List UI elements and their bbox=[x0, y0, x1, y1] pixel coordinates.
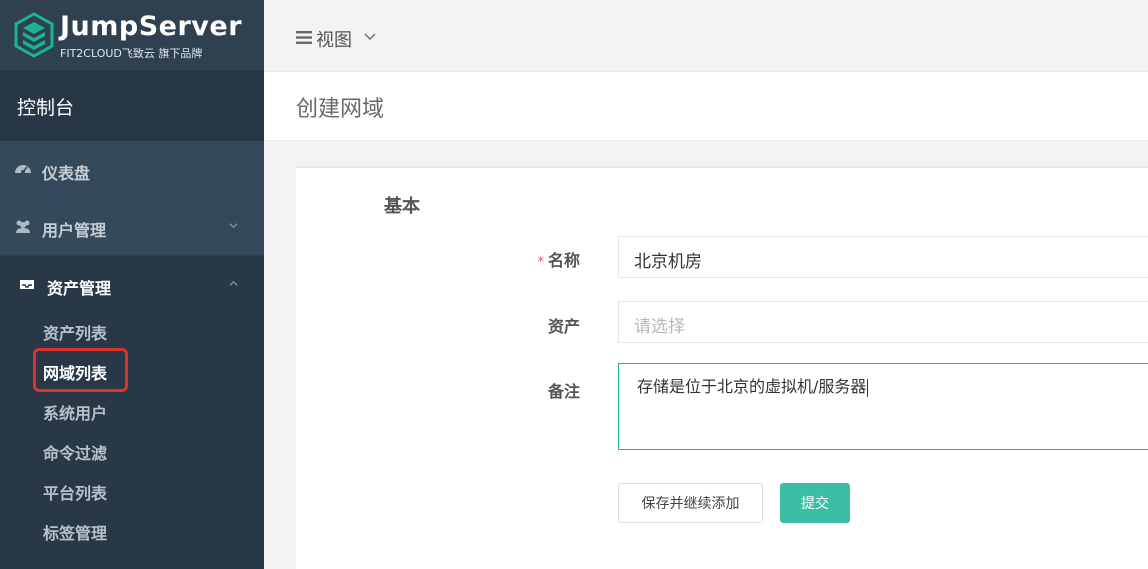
name-label-text: 名称 bbox=[547, 251, 580, 270]
highlight-annotation-box bbox=[33, 348, 128, 392]
comment-text: 存储是位于北京的虚拟机/服务器 bbox=[637, 377, 867, 396]
top-bar: 视图 bbox=[264, 0, 1148, 72]
sidebar-subitem-platform-list[interactable]: 平台列表 bbox=[43, 480, 107, 504]
console-label: 控制台 bbox=[17, 97, 75, 119]
brand-title: JumpServer bbox=[60, 11, 243, 42]
comment-textarea[interactable]: 存储是位于北京的虚拟机/服务器 bbox=[618, 363, 1148, 450]
inbox-icon bbox=[20, 280, 34, 289]
sidebar-subitem-asset-list[interactable]: 资产列表 bbox=[43, 320, 107, 344]
brand-subtitle: FIT2CLOUD飞致云 旗下品牌 bbox=[60, 47, 203, 60]
sidebar-item-label: 仪表盘 bbox=[42, 164, 91, 183]
required-asterisk: * bbox=[537, 255, 544, 270]
page-header: 创建网域 bbox=[264, 72, 1148, 141]
sidebar-subitem-label-management[interactable]: 标签管理 bbox=[43, 520, 107, 544]
form-card: 基本 * 名称 北京机房 资产 请选择 备注 存储是位于北京的虚拟机/服务器 保存… bbox=[296, 166, 1148, 569]
sidebar-item-users[interactable]: 用户管理 bbox=[0, 198, 264, 255]
menu-icon[interactable] bbox=[296, 31, 312, 44]
view-menu-label[interactable]: 视图 bbox=[316, 26, 352, 52]
sidebar-subitem-system-user[interactable]: 系统用户 bbox=[43, 400, 107, 424]
chevron-down-icon[interactable] bbox=[364, 31, 376, 41]
sidebar-item-assets[interactable]: 资产管理 bbox=[0, 256, 264, 569]
save-and-continue-button[interactable]: 保存并继续添加 bbox=[618, 483, 763, 523]
submit-button[interactable]: 提交 bbox=[780, 483, 850, 523]
name-input[interactable]: 北京机房 bbox=[618, 236, 1148, 278]
name-label: * 名称 bbox=[460, 247, 580, 271]
comment-label: 备注 bbox=[547, 382, 580, 401]
sidebar-item-label: 用户管理 bbox=[42, 221, 107, 240]
assets-select[interactable]: 请选择 bbox=[618, 301, 1148, 343]
sidebar-subitem-command-filter[interactable]: 命令过滤 bbox=[43, 440, 107, 464]
logo[interactable]: JumpServer FIT2CLOUD飞致云 旗下品牌 bbox=[0, 0, 264, 70]
chevron-up-icon bbox=[229, 280, 238, 286]
sidebar: JumpServer FIT2CLOUD飞致云 旗下品牌 控制台 仪表盘 用户管… bbox=[0, 0, 264, 569]
page-title: 创建网域 bbox=[296, 97, 385, 122]
assets-label: 资产 bbox=[547, 317, 580, 336]
text-caret bbox=[867, 378, 869, 397]
section-title: 基本 bbox=[384, 196, 420, 217]
chevron-down-icon bbox=[229, 223, 238, 229]
sidebar-item-dashboard[interactable]: 仪表盘 bbox=[0, 141, 264, 198]
sidebar-item-label: 资产管理 bbox=[47, 279, 112, 298]
console-header[interactable]: 控制台 bbox=[0, 70, 264, 141]
users-icon bbox=[16, 220, 30, 233]
dashboard-icon bbox=[15, 165, 31, 174]
jumpserver-logo-icon bbox=[14, 12, 54, 58]
